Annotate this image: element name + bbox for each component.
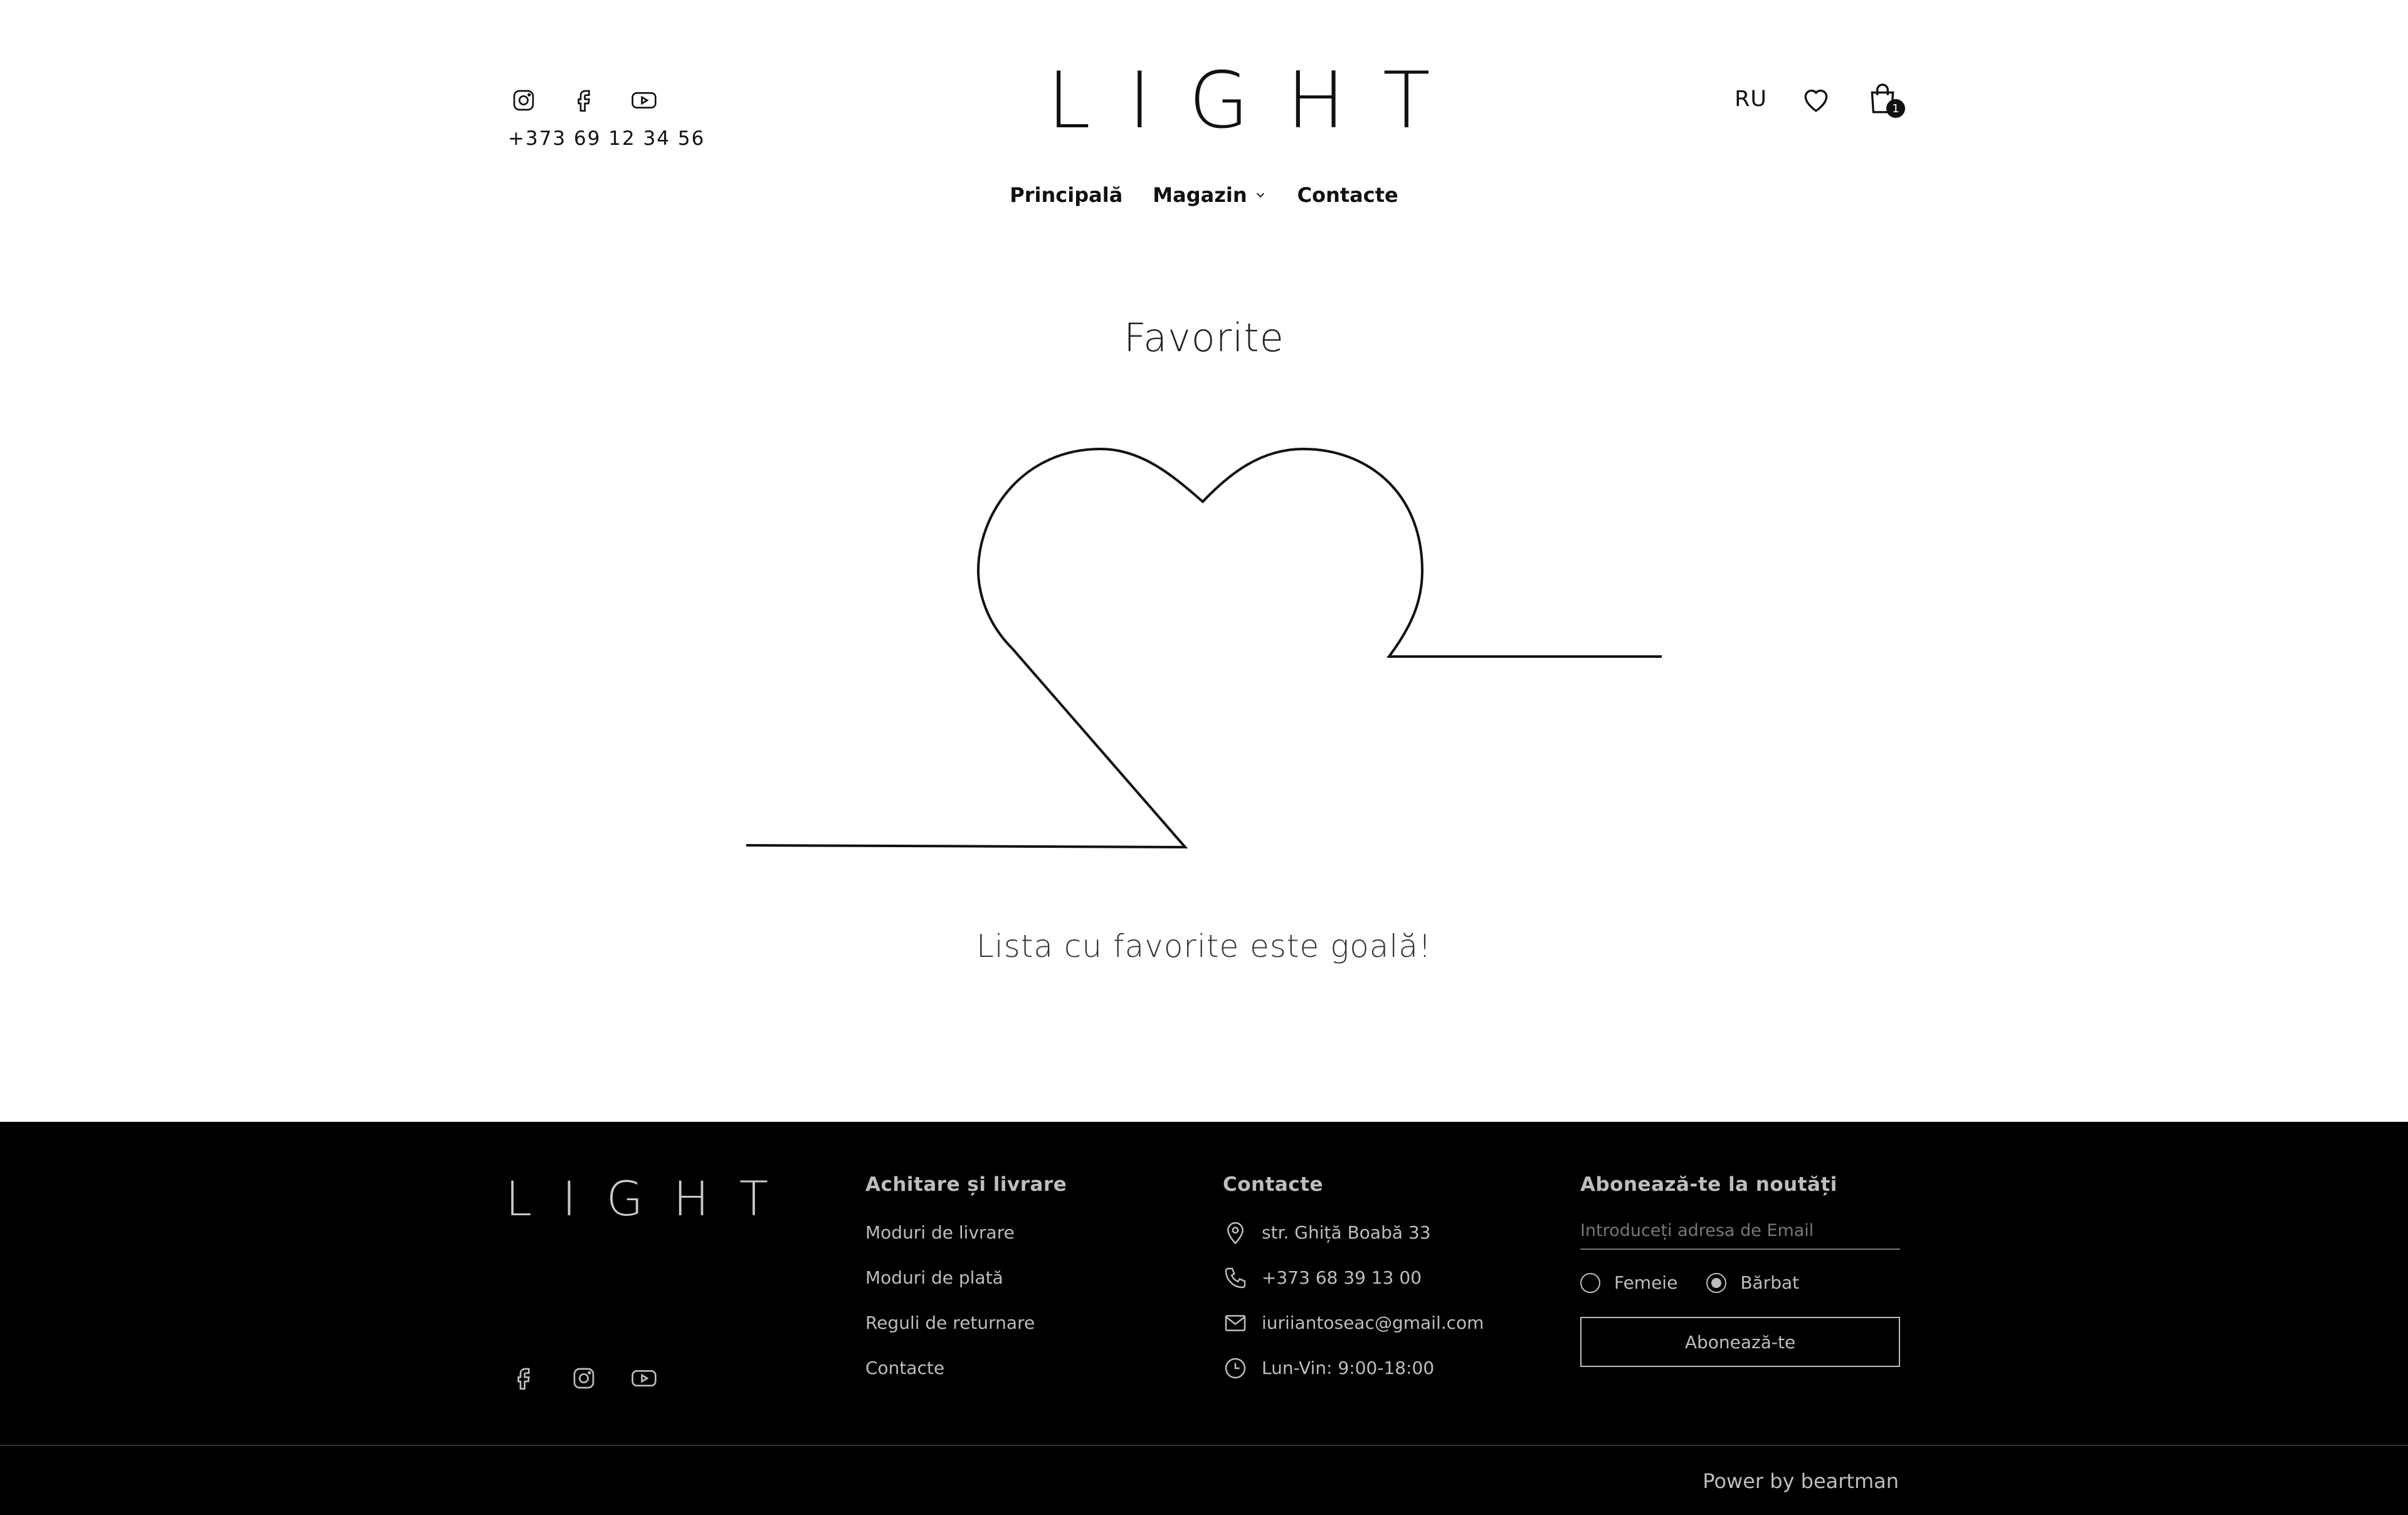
radio-female[interactable]: Femeie	[1580, 1272, 1677, 1293]
footer-col-title: Abonează-te la noutăți	[1580, 1173, 1837, 1196]
radio-female-dot[interactable]	[1580, 1272, 1600, 1293]
language-switch[interactable]: RU	[1735, 87, 1767, 112]
mail-icon	[1225, 1314, 1246, 1331]
location-pin-icon	[1227, 1222, 1244, 1244]
cart-count-badge: 1	[1886, 99, 1905, 118]
gender-radio-group: Femeie Bărbat	[1580, 1272, 1900, 1293]
instagram-icon[interactable]	[568, 1363, 599, 1394]
footer-newsletter: Abonează-te la noutăți Femeie Bărbat Abo…	[1580, 1173, 1900, 1367]
header-social-links	[508, 85, 660, 116]
facebook-icon[interactable]	[568, 85, 599, 116]
powered-by[interactable]: Power by beartman	[1703, 1469, 1899, 1493]
main-nav: Principală Magazin Contacte	[0, 183, 2408, 207]
footer-link-delivery[interactable]: Moduri de livrare	[865, 1222, 1067, 1243]
footer-link-contacts[interactable]: Contacte	[865, 1358, 1067, 1378]
clock-icon	[1225, 1358, 1246, 1378]
footer-payment-delivery: Achitare și livrare Moduri de livrare Mo…	[865, 1173, 1067, 1404]
footer-link-payment[interactable]: Moduri de plată	[865, 1267, 1067, 1288]
radio-male-dot[interactable]	[1706, 1272, 1727, 1293]
phone-icon	[1225, 1267, 1246, 1288]
header-phone[interactable]: +373 69 12 34 56	[508, 127, 705, 150]
page-title: Favorite	[1124, 315, 1284, 361]
site-footer: LIGHT Achitare și livrare Moduri de livr…	[0, 1122, 2408, 1515]
footer-col-title: Contacte	[1223, 1173, 1324, 1196]
favorites-heart-icon[interactable]	[1798, 82, 1834, 117]
youtube-icon[interactable]	[628, 1363, 660, 1394]
nav-item-principala[interactable]: Principală	[1010, 183, 1122, 207]
empty-favorites-message: Lista cu favorite este goală!	[976, 928, 1432, 964]
cart-bag-icon[interactable]: 1	[1865, 82, 1905, 118]
subscribe-button[interactable]: Abonează-te	[1580, 1317, 1900, 1367]
footer-address: str. Ghiță Boabă 33	[1223, 1222, 1484, 1244]
footer-email[interactable]: iuriiantoseac@gmail.com	[1223, 1312, 1484, 1333]
footer-phone[interactable]: +373 68 39 13 00	[1223, 1267, 1484, 1288]
nav-item-magazin[interactable]: Magazin	[1153, 183, 1267, 207]
nav-item-contacte[interactable]: Contacte	[1297, 183, 1398, 207]
chevron-down-icon	[1256, 193, 1264, 198]
newsletter-email-input[interactable]	[1580, 1212, 1900, 1250]
youtube-icon[interactable]	[628, 85, 660, 116]
footer-contacts: Contacte str. Ghiță Boabă 33 +373 68 39 …	[1223, 1173, 1484, 1404]
instagram-icon[interactable]	[508, 85, 539, 116]
site-header: +373 69 12 34 56 LIGHT RU 1 Principală M…	[0, 0, 2408, 263]
footer-hours: Lun-Vin: 9:00-18:00	[1223, 1358, 1484, 1378]
footer-logo[interactable]: LIGHT	[505, 1171, 798, 1227]
header-tools: RU 1	[1735, 82, 1905, 118]
empty-favorites-heart-illustration	[746, 447, 1662, 849]
radio-male[interactable]: Bărbat	[1706, 1272, 1799, 1293]
footer-divider	[0, 1445, 2408, 1446]
site-logo[interactable]: LIGHT	[1028, 60, 1430, 142]
footer-link-returns[interactable]: Reguli de returnare	[865, 1312, 1067, 1333]
footer-col-title: Achitare și livrare	[865, 1173, 1067, 1196]
facebook-icon[interactable]	[508, 1363, 539, 1394]
footer-social-links	[508, 1363, 660, 1394]
